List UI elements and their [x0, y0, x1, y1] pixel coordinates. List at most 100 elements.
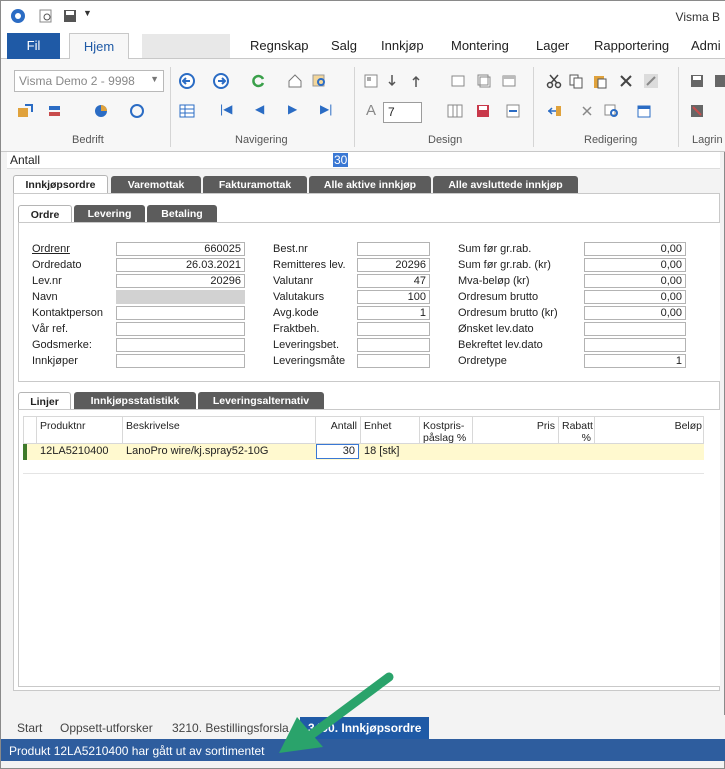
field-mva-belop[interactable]: 0,00: [584, 274, 686, 288]
layers-icon[interactable]: [47, 103, 63, 119]
last-record-icon[interactable]: ▶|: [320, 102, 336, 118]
remove-row-icon[interactable]: [580, 103, 596, 119]
field-navn[interactable]: [116, 290, 245, 304]
tab-levering[interactable]: Levering: [74, 205, 145, 223]
field-leveringsmate[interactable]: [357, 354, 430, 368]
columns-icon[interactable]: [447, 103, 463, 119]
col-header-kostpris-paslag[interactable]: Kostpris-påslag %: [420, 417, 473, 444]
save-layout-icon[interactable]: [475, 103, 491, 119]
chart-icon[interactable]: [93, 103, 109, 119]
field-ordresum-brutto-kr[interactable]: 0,00: [584, 306, 686, 320]
company-combo[interactable]: Visma Demo 2 - 9998 ▼: [14, 70, 164, 92]
tab-fakturamottak[interactable]: Fakturamottak: [203, 176, 307, 194]
tab-innkjop[interactable]: Innkjøp: [381, 38, 424, 53]
col-header-pris[interactable]: Pris: [473, 417, 559, 444]
tab-innkjopsordre[interactable]: Innkjøpsordre: [13, 175, 108, 193]
tab-salg[interactable]: Salg: [331, 38, 357, 53]
field-innkjoper[interactable]: [116, 354, 245, 368]
calendar-icon[interactable]: [636, 103, 652, 119]
tab-admin[interactable]: Admi: [691, 38, 721, 53]
tab-home[interactable]: Hjem: [69, 33, 129, 60]
field-bestnr[interactable]: [357, 242, 430, 256]
copy-layout-icon[interactable]: [476, 73, 492, 89]
field-onsket-levdato[interactable]: [584, 322, 686, 336]
field-ordretype[interactable]: 1: [584, 354, 686, 368]
search-icon[interactable]: [604, 103, 620, 119]
field-levnr[interactable]: 20296: [116, 274, 245, 288]
field-bekreftet-levdato[interactable]: [584, 338, 686, 352]
field-ordredato[interactable]: 26.03.2021: [116, 258, 245, 272]
first-record-icon[interactable]: |◀: [220, 102, 236, 118]
col-header-enhet[interactable]: Enhet: [361, 417, 420, 444]
field-sum-for-grrab[interactable]: 0,00: [584, 242, 686, 256]
copy-icon[interactable]: [568, 73, 584, 89]
tab-linjer[interactable]: Linjer: [18, 392, 71, 410]
tab-innkjopsstatistikk[interactable]: Innkjøpsstatistikk: [74, 392, 196, 410]
table-icon[interactable]: [179, 103, 195, 119]
cell-enhet[interactable]: 18 [stk]: [364, 445, 399, 457]
col-header-rabatt[interactable]: Rabatt %: [559, 417, 595, 444]
field-kontaktperson[interactable]: [116, 306, 245, 320]
forward-icon[interactable]: [213, 73, 229, 89]
tab-leveringsalternativ[interactable]: Leveringsalternativ: [198, 392, 324, 410]
table-row[interactable]: 12LA5210400 LanoPro wire/kj.spray52-10G …: [23, 444, 704, 460]
field-fraktbeh[interactable]: [357, 322, 430, 336]
field-sum-for-grrab-kr[interactable]: 0,00: [584, 258, 686, 272]
refresh-icon[interactable]: [250, 73, 266, 89]
tab-rapportering[interactable]: Rapportering: [594, 38, 669, 53]
field-remitteres-lev[interactable]: 20296: [357, 258, 430, 272]
next-record-icon[interactable]: ▶: [288, 102, 304, 118]
tab-montering[interactable]: Montering: [451, 38, 509, 53]
save-all-icon[interactable]: [713, 73, 725, 89]
field-valutanr[interactable]: 47: [357, 274, 430, 288]
cut-icon[interactable]: [546, 73, 562, 89]
tab-lager[interactable]: Lager: [536, 38, 569, 53]
cell-beskrivelse[interactable]: LanoPro wire/kj.spray52-10G: [126, 445, 268, 457]
find-icon[interactable]: [312, 73, 328, 89]
tab-betaling[interactable]: Betaling: [147, 205, 217, 223]
import-icon[interactable]: [17, 103, 33, 119]
insert-row-icon[interactable]: [546, 103, 562, 119]
app-logo-icon[interactable]: [10, 8, 26, 24]
window-tab-oppsett-utforsker[interactable]: Oppsett-utforsker: [60, 721, 153, 735]
layout-icon[interactable]: [363, 73, 379, 89]
cell-antall[interactable]: 30: [316, 444, 359, 459]
previous-record-icon[interactable]: ◀: [255, 102, 271, 118]
col-header-beskrivelse[interactable]: Beskrivelse: [123, 417, 316, 444]
field-var-ref[interactable]: [116, 322, 245, 336]
col-header-belop[interactable]: Beløp: [595, 417, 705, 444]
field-leveringsbet[interactable]: [357, 338, 430, 352]
print-preview-icon[interactable]: [38, 8, 54, 24]
save-icon[interactable]: [62, 8, 78, 24]
home-icon[interactable]: [287, 73, 303, 89]
paste-icon[interactable]: [592, 73, 608, 89]
field-valutakurs[interactable]: 100: [357, 290, 430, 304]
col-header-produktnr[interactable]: Produktnr: [37, 417, 123, 444]
new-window-icon[interactable]: [450, 73, 466, 89]
save-record-icon[interactable]: [689, 73, 705, 89]
sort-asc-icon[interactable]: [387, 73, 403, 89]
quick-access-dropdown-icon[interactable]: ▼: [83, 8, 99, 24]
window-tab-start[interactable]: Start: [17, 721, 42, 735]
tab-alle-avsluttede-innkjop[interactable]: Alle avsluttede innkjøp: [433, 176, 578, 194]
field-avgkode[interactable]: 1: [357, 306, 430, 320]
export-icon[interactable]: [505, 103, 521, 119]
sort-desc-icon[interactable]: [411, 73, 427, 89]
empty-new-row[interactable]: [23, 460, 704, 474]
field-bar-value[interactable]: 30: [333, 153, 349, 167]
pick-icon[interactable]: [643, 73, 659, 89]
back-icon[interactable]: [179, 73, 195, 89]
cell-produktnr[interactable]: 12LA5210400: [40, 445, 109, 457]
tab-ordre[interactable]: Ordre: [18, 205, 72, 223]
field-ordrenr[interactable]: 660025: [116, 242, 245, 256]
font-size-input[interactable]: 7: [383, 102, 422, 123]
delete-icon[interactable]: [618, 73, 634, 89]
globe-icon[interactable]: [129, 103, 145, 119]
save-close-icon[interactable]: [689, 103, 705, 119]
window-icon[interactable]: [501, 73, 517, 89]
field-godsmerke[interactable]: [116, 338, 245, 352]
file-menu[interactable]: Fil: [7, 33, 60, 59]
tab-regnskap[interactable]: Regnskap: [250, 38, 309, 53]
font-icon[interactable]: A: [366, 102, 382, 119]
field-ordresum-brutto[interactable]: 0,00: [584, 290, 686, 304]
